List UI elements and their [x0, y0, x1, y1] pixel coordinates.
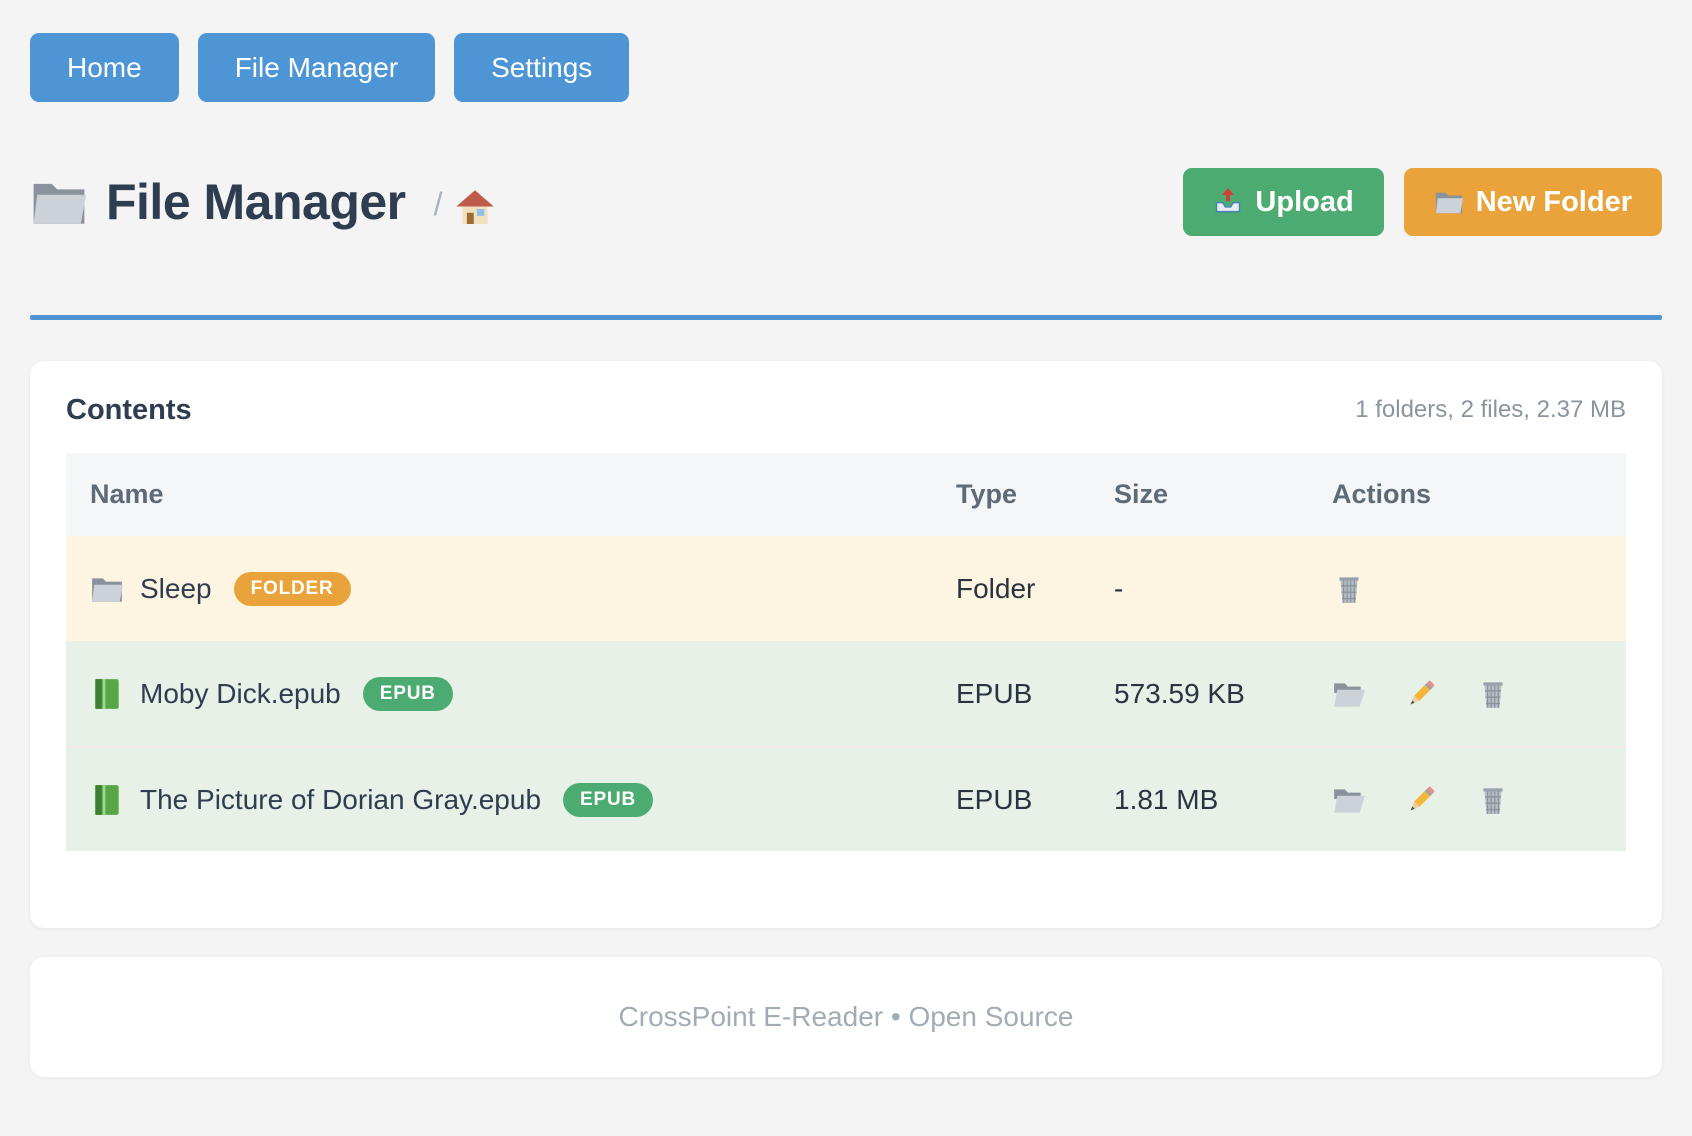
size-cell: 1.81 MB	[1114, 784, 1332, 816]
name-cell: Moby Dick.epub EPUB	[90, 677, 956, 711]
rename-button[interactable]	[1404, 677, 1438, 711]
file-name: Sleep	[140, 573, 212, 605]
upload-button-label: Upload	[1255, 186, 1353, 219]
contents-summary: 1 folders, 2 files, 2.37 MB	[1355, 396, 1626, 424]
name-cell: The Picture of Dorian Gray.epub EPUB	[90, 783, 956, 817]
epub-badge: EPUB	[363, 677, 453, 711]
type-cell: EPUB	[956, 784, 1114, 816]
type-cell: Folder	[956, 573, 1114, 605]
size-cell: -	[1114, 573, 1332, 605]
pencil-icon	[1404, 783, 1438, 817]
move-button[interactable]	[1332, 783, 1366, 817]
folder-icon	[1434, 187, 1464, 217]
actions-cell	[1332, 677, 1620, 711]
nav-button-file-manager[interactable]: File Manager	[198, 33, 435, 102]
breadcrumb-separator: /	[434, 186, 443, 231]
footer-text: CrossPoint E-Reader • Open Source	[619, 1001, 1074, 1033]
new-folder-button-label: New Folder	[1476, 186, 1632, 219]
column-header-size: Size	[1114, 479, 1332, 510]
book-icon	[90, 783, 124, 817]
folder-icon	[30, 173, 88, 231]
column-header-type: Type	[956, 479, 1114, 510]
footer: CrossPoint E-Reader • Open Source	[30, 957, 1662, 1077]
table-header: Name Type Size Actions	[66, 453, 1626, 536]
folder-open-icon	[1332, 677, 1366, 711]
page-header: File Manager / Upload New Folder	[30, 166, 1662, 238]
actions-cell	[1332, 572, 1620, 606]
contents-card: Contents 1 folders, 2 files, 2.37 MB Nam…	[30, 361, 1662, 928]
accent-divider	[30, 315, 1662, 320]
new-folder-button[interactable]: New Folder	[1404, 168, 1662, 236]
column-header-actions: Actions	[1332, 479, 1620, 510]
folder-badge: FOLDER	[234, 572, 351, 606]
column-header-name: Name	[90, 479, 956, 510]
epub-badge: EPUB	[563, 783, 653, 817]
trash-icon	[1476, 677, 1510, 711]
actions-cell	[1332, 783, 1620, 817]
contents-card-header: Contents 1 folders, 2 files, 2.37 MB	[66, 389, 1626, 431]
table-row[interactable]: Sleep FOLDER Folder -	[66, 536, 1626, 641]
upload-tray-icon	[1213, 187, 1243, 217]
page-title: File Manager	[106, 177, 406, 227]
file-name: Moby Dick.epub	[140, 678, 341, 710]
type-cell: EPUB	[956, 678, 1114, 710]
size-cell: 573.59 KB	[1114, 678, 1332, 710]
folder-icon	[90, 572, 124, 606]
top-nav: Home File Manager Settings	[30, 0, 1662, 102]
house-icon[interactable]	[455, 189, 495, 229]
folder-open-icon	[1332, 783, 1366, 817]
book-icon	[90, 677, 124, 711]
rename-button[interactable]	[1404, 783, 1438, 817]
files-table: Name Type Size Actions Sleep FOLDER Fold…	[66, 453, 1626, 851]
table-row[interactable]: The Picture of Dorian Gray.epub EPUB EPU…	[66, 746, 1626, 851]
nav-button-home[interactable]: Home	[30, 33, 179, 102]
contents-title: Contents	[66, 394, 192, 427]
title-group: File Manager /	[30, 173, 495, 231]
name-cell: Sleep FOLDER	[90, 572, 956, 606]
delete-button[interactable]	[1476, 783, 1510, 817]
pencil-icon	[1404, 677, 1438, 711]
trash-icon	[1332, 572, 1366, 606]
nav-button-settings[interactable]: Settings	[454, 33, 629, 102]
trash-icon	[1476, 783, 1510, 817]
table-row[interactable]: Moby Dick.epub EPUB EPUB 573.59 KB	[66, 641, 1626, 746]
delete-button[interactable]	[1476, 677, 1510, 711]
upload-button[interactable]: Upload	[1183, 168, 1383, 236]
delete-button[interactable]	[1332, 572, 1366, 606]
header-actions: Upload New Folder	[1183, 168, 1662, 236]
move-button[interactable]	[1332, 677, 1366, 711]
file-manager-page: Home File Manager Settings File Manager …	[0, 0, 1692, 1136]
file-name: The Picture of Dorian Gray.epub	[140, 784, 541, 816]
